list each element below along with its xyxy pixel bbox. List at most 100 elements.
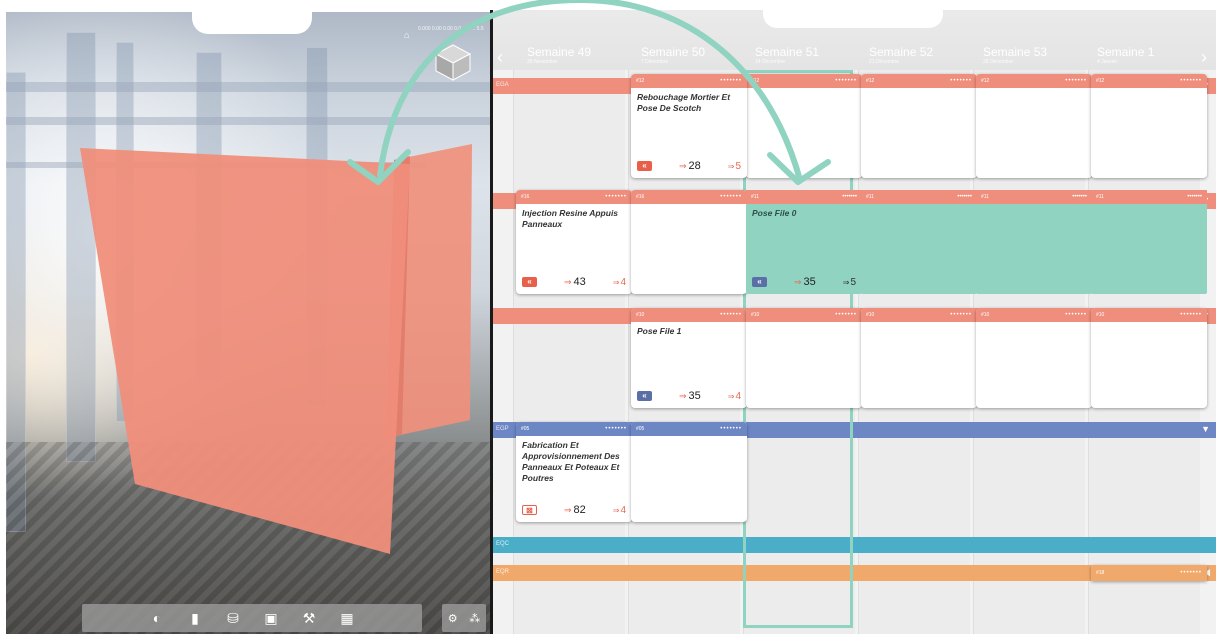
duration-icon: ⇒ bbox=[678, 161, 687, 171]
card-title: Pose File 1 bbox=[637, 326, 682, 336]
task-card[interactable]: #12 ••••••• bbox=[1091, 74, 1207, 178]
week-header: Semaine 49 30 Novembre bbox=[527, 46, 637, 65]
task-card[interactable]: #12 ••••••• bbox=[861, 74, 977, 178]
grid-icon[interactable]: ▦ bbox=[340, 611, 354, 625]
duration-metric: ⇒ 35 bbox=[793, 276, 816, 288]
duration-metric: ⇒ 82 bbox=[563, 504, 586, 516]
task-card[interactable]: #10 ••••••• bbox=[1091, 308, 1207, 408]
week-date: 30 Novembre bbox=[527, 59, 558, 65]
window-notch bbox=[763, 10, 943, 28]
card-id: #12 bbox=[866, 78, 875, 84]
task-type-tag: « bbox=[637, 161, 652, 171]
task-card[interactable]: #10 ••••••• bbox=[861, 308, 977, 408]
task-card[interactable]: #05 ••••••• bbox=[631, 422, 747, 522]
task-type-tag: « bbox=[752, 277, 767, 287]
card-id: #11 bbox=[1096, 194, 1104, 200]
task-type-tag: « bbox=[522, 277, 537, 287]
task-card[interactable]: #10 ••••••• bbox=[746, 308, 862, 408]
task-type-tag: ⊠ bbox=[522, 505, 537, 515]
card-title: Injection Resine Appuis Panneaux bbox=[522, 208, 619, 229]
task-card[interactable]: #16 ••••••• bbox=[631, 190, 747, 294]
card-id: #18 bbox=[1096, 570, 1105, 576]
hierarchy-icon[interactable]: ⁂ bbox=[469, 612, 480, 625]
task-type-tag: « bbox=[637, 391, 652, 401]
week-date: 28 Décembre bbox=[983, 59, 1014, 65]
week-label: Semaine 49 bbox=[527, 45, 592, 59]
worker-icon[interactable]: ⚒ bbox=[302, 611, 316, 625]
settings-icon[interactable]: ⚙ bbox=[448, 612, 458, 625]
task-card[interactable]: #16 ••••••• Injection Resine Appuis Panne… bbox=[516, 190, 632, 294]
week-date: 4 Janvier bbox=[1097, 59, 1118, 65]
card-id: #05 bbox=[521, 426, 530, 432]
week-date: 7 Décembre bbox=[641, 59, 669, 65]
duration-icon: ⇒ bbox=[563, 505, 572, 515]
worker-count: ⇒5 bbox=[842, 276, 856, 288]
selected-panel-main[interactable] bbox=[80, 134, 415, 554]
duration-metric: ⇒ 28 bbox=[678, 160, 701, 172]
week-date: 21 Décembre bbox=[869, 59, 900, 65]
task-card[interactable]: #10 ••••••• Pose File 1 « ⇒ 35 ⇒4 bbox=[631, 308, 747, 408]
card-title: Rebouchage Mortier Et Pose De Scotch bbox=[637, 92, 731, 113]
card-title: Pose File 0 bbox=[752, 208, 797, 218]
card-id: #12 bbox=[636, 78, 645, 84]
card-id: #11 bbox=[981, 194, 989, 200]
prev-week-arrow-icon[interactable]: ‹ bbox=[497, 48, 503, 66]
task-card[interactable]: #10 ••••••• bbox=[976, 308, 1092, 408]
clipboard-icon[interactable]: ▣ bbox=[264, 611, 278, 625]
duration-icon: ⇒ bbox=[678, 391, 687, 401]
3d-viewport[interactable]: ⌂ 0.000 0.00 0.00 0.0 -0.0 .. 5.5 ◐ ▮ ⛁ … bbox=[6, 12, 490, 634]
structure-beam bbox=[6, 82, 490, 92]
duration-icon: ⇒ bbox=[793, 277, 802, 287]
view-cube-icon[interactable] bbox=[432, 42, 474, 84]
worker-count: ⇒5 bbox=[727, 160, 741, 172]
week-header: Semaine 53 28 Décembre bbox=[983, 46, 1093, 65]
worker-count: ⇒4 bbox=[612, 276, 626, 288]
viewer-toolbar-secondary: ⚙ ⁂ bbox=[442, 604, 486, 632]
card-id: #05 bbox=[636, 426, 645, 432]
window-notch bbox=[192, 12, 312, 34]
card-id: #16 bbox=[521, 194, 530, 200]
viewer-toolbar: ◐ ▮ ⛁ ▣ ⚒ ▦ bbox=[82, 604, 422, 632]
task-card-active[interactable]: #11 ••••••• bbox=[976, 190, 1092, 294]
card-id: #10 bbox=[1096, 312, 1105, 318]
duration-metric: ⇒ 35 bbox=[678, 390, 701, 402]
card-id: #12 bbox=[981, 78, 990, 84]
collapse-icon[interactable]: ▼ bbox=[1201, 424, 1210, 434]
week-header: Semaine 1 4 Janvier bbox=[1097, 46, 1207, 65]
worker-icon: ⇒ bbox=[612, 505, 620, 515]
visibility-icon[interactable]: ◐ bbox=[150, 611, 164, 625]
week-header: Semaine 50 7 Décembre bbox=[641, 46, 751, 65]
task-card[interactable]: #18 ••••••• bbox=[1091, 565, 1207, 581]
card-id: #10 bbox=[636, 312, 645, 318]
card-id: #12 bbox=[1096, 78, 1105, 84]
task-card-active[interactable]: #11 ••••••• Pose File 0 « ⇒ 35 ⇒5 bbox=[746, 190, 862, 294]
worker-count: ⇒4 bbox=[612, 504, 626, 516]
worker-icon: ⇒ bbox=[612, 277, 620, 287]
lane-bar[interactable]: EQC bbox=[493, 537, 1216, 553]
week-header: Semaine 51 14 Décembre bbox=[755, 46, 865, 65]
card-title: Fabrication Et Approvisionnement Des Pan… bbox=[522, 440, 620, 483]
week-label: Semaine 50 bbox=[641, 45, 706, 59]
bucket-icon[interactable]: ⛁ bbox=[226, 611, 240, 625]
task-card[interactable]: #05 ••••••• Fabrication Et Approvisionnem… bbox=[516, 422, 632, 522]
task-card-active[interactable]: #11 ••••••• bbox=[861, 190, 977, 294]
week-date: 14 Décembre bbox=[755, 59, 786, 65]
worker-icon: ⇒ bbox=[727, 391, 735, 401]
home-view-icon[interactable]: ⌂ bbox=[404, 30, 409, 40]
layers-icon[interactable]: ▮ bbox=[188, 611, 202, 625]
card-id: #11 bbox=[866, 194, 874, 200]
structure-beam bbox=[6, 117, 490, 125]
task-card[interactable]: #12 ••••••• bbox=[976, 74, 1092, 178]
task-card-active[interactable]: #11 ••••••• bbox=[1091, 190, 1207, 294]
task-card[interactable]: #12 ••••••• bbox=[746, 74, 862, 178]
week-header: Semaine 52 21 Décembre bbox=[869, 46, 979, 65]
week-label: Semaine 1 bbox=[1097, 45, 1155, 59]
planning-board: ‹ › Semaine 49 30 Novembre Semaine 50 7 … bbox=[493, 10, 1216, 634]
coordinate-readout: 0.000 0.00 0.00 0.0 -0.0 .. 5.5 bbox=[418, 26, 484, 32]
card-id: #16 bbox=[636, 194, 645, 200]
week-label: Semaine 52 bbox=[869, 45, 934, 59]
lane-code: EGA bbox=[496, 82, 509, 88]
lane-code: EQC bbox=[496, 541, 510, 547]
task-card[interactable]: #12 ••••••• Rebouchage Mortier Et Pose De… bbox=[631, 74, 747, 178]
card-id: #10 bbox=[981, 312, 990, 318]
